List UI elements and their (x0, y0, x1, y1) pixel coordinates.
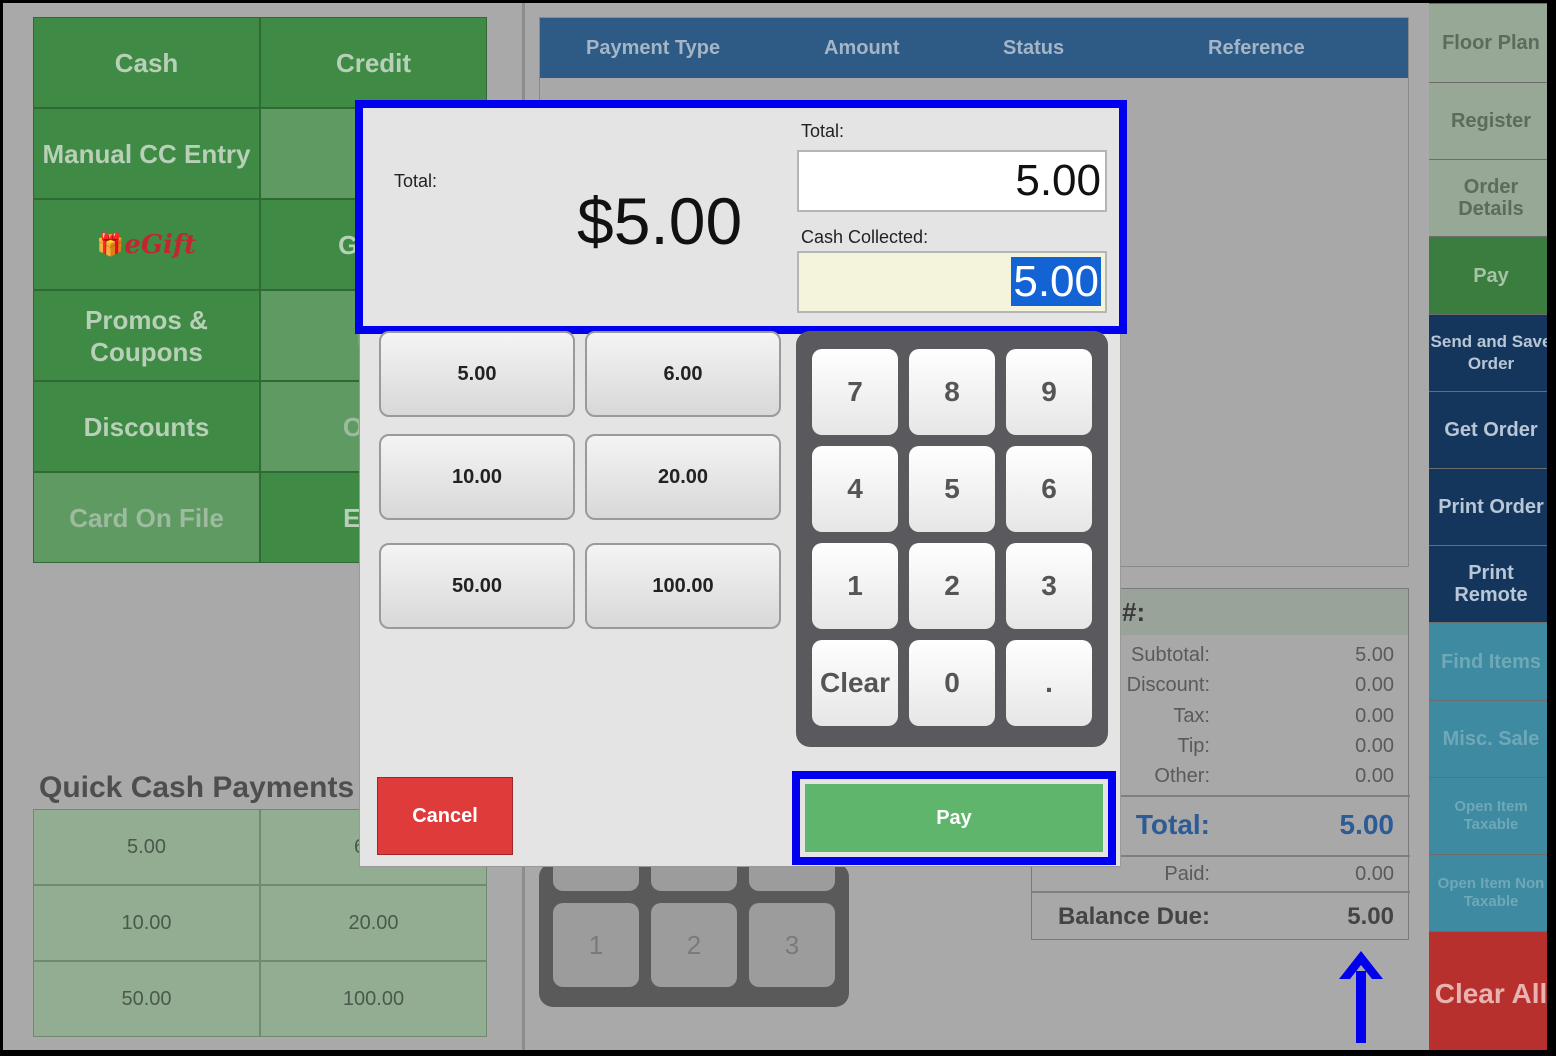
payment-type-button[interactable]: Cash (33, 17, 260, 108)
quick-cash-button[interactable]: 100.00 (260, 961, 487, 1037)
quick-cash-button[interactable]: 50.00 (33, 961, 260, 1037)
amount-button[interactable]: 20.00 (585, 434, 781, 520)
keypad-key[interactable]: Clear (812, 640, 898, 726)
payment-type-label: Cash (114, 47, 179, 78)
balance-label: Balance Due: (1057, 903, 1210, 930)
quick-cash-button[interactable]: 10.00 (33, 885, 260, 961)
keypad-key[interactable]: 8 (909, 349, 995, 435)
keypad-key[interactable]: 0 (909, 640, 995, 726)
discount-label: Discount: (1126, 674, 1210, 696)
pos-screen: CashCreditManual CC EntryC🎁eGiftGift CPr… (0, 0, 1550, 1053)
nav-button[interactable]: Clear All (1429, 931, 1547, 1050)
nav-button[interactable]: Open Item Taxable (1429, 777, 1547, 854)
keypad-key[interactable]: 6 (1006, 446, 1092, 532)
payment-type-button[interactable]: Promos & Coupons (33, 290, 260, 381)
amount-button[interactable]: 6.00 (585, 331, 781, 417)
keypad-key[interactable]: 2 (909, 543, 995, 629)
payment-type-label: Discounts (83, 411, 210, 442)
quick-cash-button[interactable]: 5.00 (33, 809, 260, 885)
col-reference: Reference (1208, 36, 1305, 59)
gift-icon: 🎁 (96, 231, 125, 258)
cancel-button[interactable]: Cancel (377, 777, 513, 855)
keypad-key[interactable]: 4 (812, 446, 898, 532)
nav-button[interactable]: Open Item Non Taxable (1429, 854, 1547, 931)
nav-button[interactable]: Print Remote (1429, 545, 1547, 622)
numeric-keypad: 7 8 9 4 5 6 1 2 3 Clear 0. (796, 331, 1108, 747)
payment-table-header: Payment Type Amount Status Reference (540, 18, 1408, 78)
payment-type-button[interactable]: Card On File (33, 472, 260, 563)
payment-type-label: Card On File (69, 502, 224, 533)
amount-button[interactable]: 50.00 (379, 543, 575, 629)
tax-value: 0.00 (1355, 705, 1394, 727)
subtotal-label: Subtotal: (1131, 644, 1210, 666)
highlight-box (355, 100, 1127, 334)
nav-button[interactable]: Order Details (1429, 159, 1547, 236)
payment-type-button[interactable]: Manual CC Entry (33, 108, 260, 199)
other-value: 0.00 (1355, 765, 1394, 787)
quick-cash-title: Quick Cash Payments (39, 771, 355, 804)
nav-button[interactable]: Floor Plan (1429, 3, 1547, 82)
nav-button[interactable]: Pay (1429, 236, 1547, 314)
nav-button[interactable]: Send and Save Order (1429, 314, 1547, 391)
nav-button[interactable]: Misc. Sale (1429, 700, 1547, 777)
total-value: 5.00 (1339, 809, 1395, 840)
nav-button[interactable]: Print Order (1429, 468, 1547, 545)
col-status: Status (1003, 36, 1065, 59)
balance-value: 5.00 (1347, 903, 1394, 930)
discount-value: 0.00 (1355, 674, 1394, 696)
payment-type-label: Manual CC Entry (42, 138, 251, 169)
payment-type-button[interactable]: Credit (260, 17, 487, 108)
pay-button[interactable]: Pay (805, 784, 1103, 852)
tip-label: Tip: (1177, 735, 1210, 757)
bg-key-2: 2 (651, 903, 737, 987)
nav-button[interactable]: Register (1429, 82, 1547, 159)
payment-type-label: eGift (124, 229, 197, 260)
col-payment-type: Payment Type (586, 36, 721, 59)
tip-value: 0.00 (1355, 735, 1394, 757)
keypad-key[interactable]: 5 (909, 446, 995, 532)
quick-cash-button[interactable]: 20.00 (260, 885, 487, 961)
arrow-up-icon (1339, 951, 1383, 1043)
right-nav: Floor Plan Register Order Details Pay Send a… (1429, 3, 1547, 1050)
tax-label: Tax: (1173, 705, 1210, 727)
keypad-key[interactable]: 9 (1006, 349, 1092, 435)
totals-divider (1032, 891, 1410, 893)
paid-value: 0.00 (1355, 863, 1394, 885)
payment-type-label: Credit (335, 47, 412, 78)
subtotal-value: 5.00 (1355, 644, 1394, 666)
payment-type-label: Promos & Coupons (85, 304, 208, 367)
amount-button[interactable]: 5.00 (379, 331, 575, 417)
keypad-key[interactable]: 3 (1006, 543, 1092, 629)
bg-key-1: 1 (553, 903, 639, 987)
nav-button[interactable]: Get Order (1429, 391, 1547, 468)
keypad-key[interactable]: 7 (812, 349, 898, 435)
payment-type-button[interactable]: 🎁 eGift (33, 199, 260, 290)
amount-button[interactable]: 100.00 (585, 543, 781, 629)
col-amount: Amount (824, 36, 900, 59)
nav-button[interactable]: Find Items (1429, 622, 1547, 700)
keypad-key[interactable]: . (1006, 640, 1092, 726)
bg-key-3: 3 (749, 903, 835, 987)
payment-type-button[interactable]: Discounts (33, 381, 260, 472)
total-label: Total: (1135, 809, 1210, 840)
other-label: Other: (1154, 765, 1210, 787)
amount-button[interactable]: 10.00 (379, 434, 575, 520)
background-keypad: 1 2 3 (539, 851, 849, 1007)
paid-label: Paid: (1164, 863, 1210, 885)
keypad-key[interactable]: 1 (812, 543, 898, 629)
